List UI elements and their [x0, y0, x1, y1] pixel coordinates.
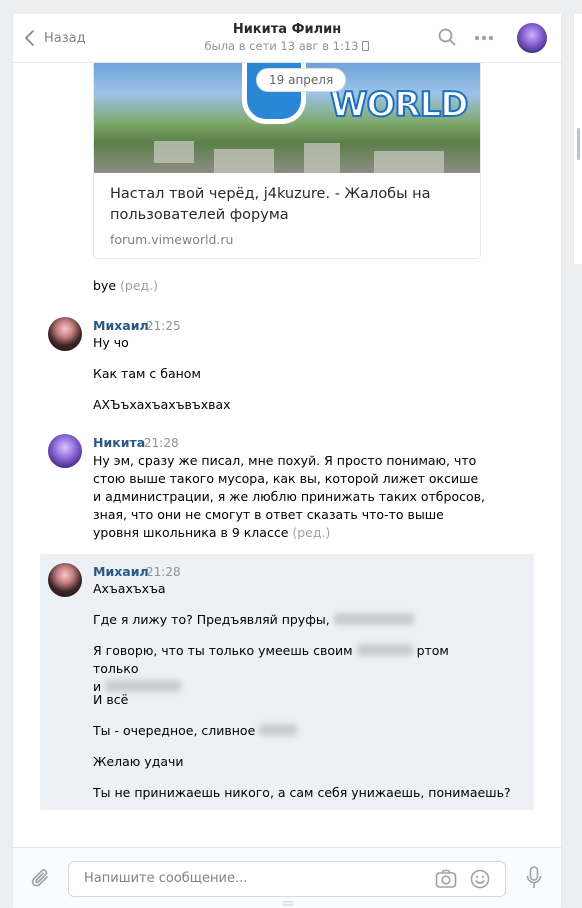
link-title[interactable]: Настал твой черёд, j4kuzure. - Жалобы на…	[110, 184, 450, 226]
link-url[interactable]: forum.vimeworld.ru	[110, 232, 233, 247]
author-avatar[interactable]	[48, 317, 82, 351]
world-logo: WORLD	[329, 84, 469, 126]
redacted-text	[259, 724, 298, 736]
message-history[interactable]: WORLD Настал твой черёд, j4kuzure. - Жал…	[13, 63, 561, 847]
message-input-box[interactable]	[68, 861, 506, 897]
redacted-text	[356, 644, 413, 656]
back-label: Назад	[44, 30, 86, 46]
contact-status: была в сети 13 авг в 1:13	[163, 38, 411, 54]
camera-icon[interactable]	[435, 869, 457, 889]
chevron-left-icon	[25, 30, 34, 46]
message-author[interactable]: Михаил	[93, 563, 149, 581]
message-text: Ну чо	[93, 335, 129, 350]
phone-icon	[362, 41, 370, 51]
edited-mark[interactable]: (ред.)	[292, 525, 330, 540]
paperclip-icon[interactable]	[31, 868, 51, 890]
resize-handle-icon[interactable]	[283, 901, 293, 907]
last-seen-text: была в сети 13 авг в 1:13	[204, 39, 359, 53]
link-preview-card[interactable]: WORLD Настал твой черёд, j4kuzure. - Жал…	[93, 63, 481, 259]
more-icon[interactable]	[474, 35, 494, 41]
message-text: Ахъахъхъа	[93, 581, 166, 596]
author-avatar[interactable]	[48, 563, 82, 597]
message-time[interactable]: 21:28	[144, 434, 179, 452]
search-icon[interactable]	[438, 28, 456, 46]
message-text: АХЪъхахъахъвъхвах	[93, 397, 231, 412]
message-input[interactable]	[82, 870, 426, 887]
message-time[interactable]: 21:25	[146, 317, 181, 335]
edited-mark[interactable]: (ред.)	[120, 278, 158, 293]
message-text: Ну эм, сразу же писал, мне похуй. Я прос…	[93, 453, 485, 540]
message-text: Я говорю, что ты только умеешь своим рто…	[93, 643, 449, 694]
message-composer	[13, 847, 561, 908]
contact-info[interactable]: Никита Филин была в сети 13 авг в 1:13	[163, 22, 411, 54]
message-text: Где я лижу то? Предъявляй пруфы,	[93, 611, 493, 629]
date-divider: 19 апреля	[256, 68, 347, 92]
chat-header: Назад Никита Филин была в сети 13 авг в …	[13, 14, 561, 63]
message-text: Ты не принижаешь никого, а сам себя униж…	[93, 785, 511, 800]
smile-icon[interactable]	[470, 869, 490, 889]
redacted-text	[333, 613, 414, 625]
message-text: bye (ред.)	[93, 278, 159, 293]
message-author[interactable]: Михаил	[93, 317, 149, 335]
author-avatar[interactable]	[48, 434, 82, 468]
contact-name: Никита Филин	[232, 22, 342, 37]
message-text: Как там с баном	[93, 366, 201, 381]
chat-panel: Назад Никита Филин была в сети 13 авг в …	[12, 14, 562, 908]
message-text: Ты - очередное, сливное	[93, 722, 493, 740]
message-text: Желаю удачи	[93, 754, 184, 769]
message-text: И всё	[93, 692, 129, 707]
microphone-icon[interactable]	[526, 866, 542, 890]
back-button[interactable]: Назад	[25, 29, 86, 47]
message-author[interactable]: Никита	[93, 434, 145, 452]
message-time[interactable]: 21:28	[146, 563, 181, 581]
contact-avatar[interactable]	[517, 23, 547, 53]
scrollbar[interactable]	[577, 128, 580, 160]
